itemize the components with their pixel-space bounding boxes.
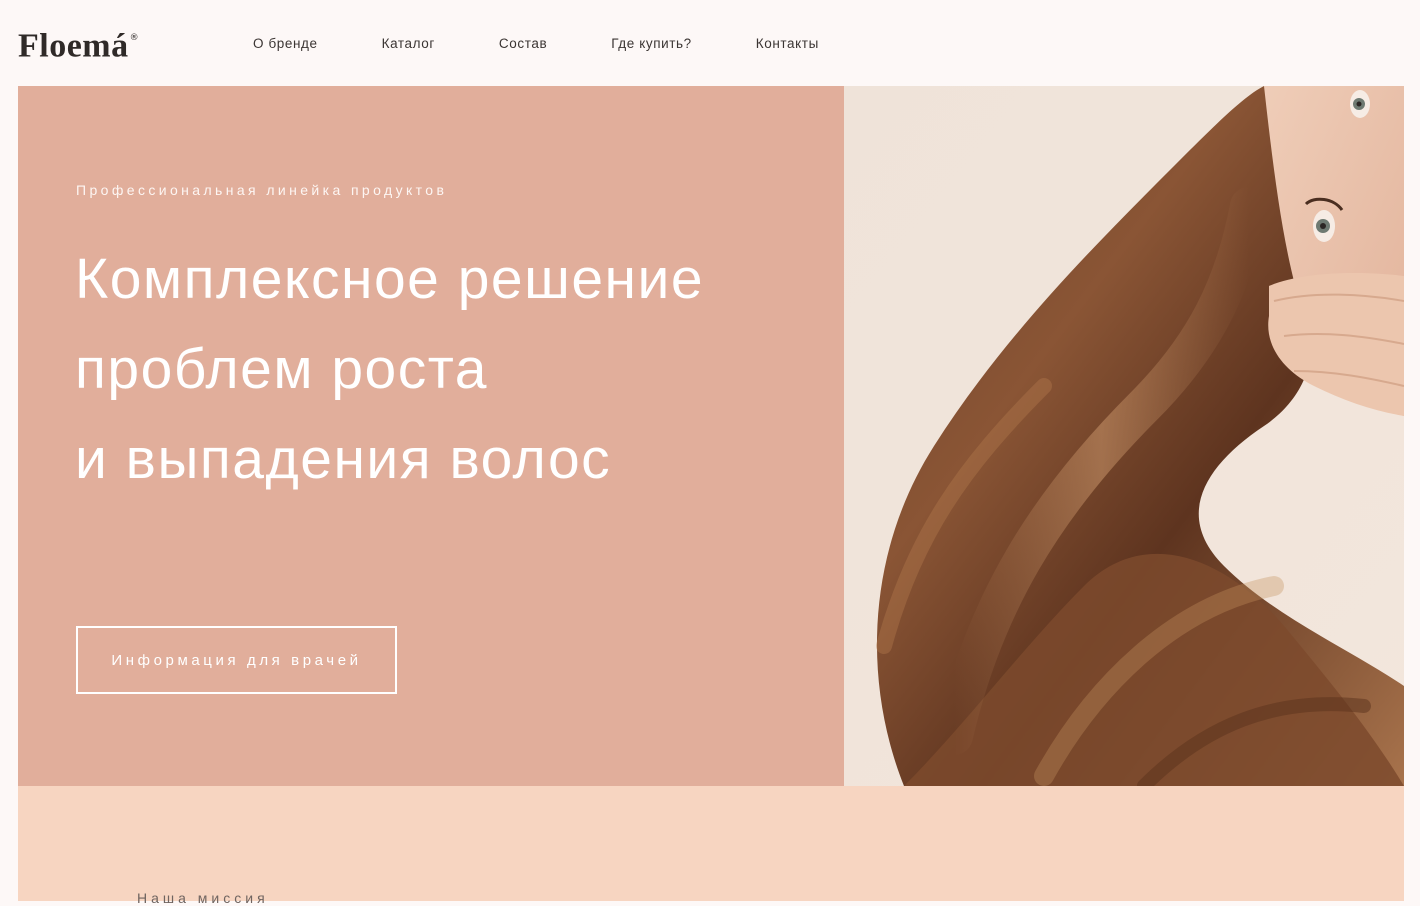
hero-section: Профессиональная линейка продуктов Компл… [18, 86, 1404, 786]
site-header: Floemá® О бренде Каталог Состав Где купи… [0, 0, 1420, 86]
hero-image [844, 86, 1404, 786]
hero-headline: Комплексное решение проблем роста и выпа… [75, 234, 704, 504]
nav-item-composition[interactable]: Состав [499, 36, 547, 51]
nav-item-where-to-buy[interactable]: Где купить? [611, 36, 692, 51]
hero-photo-woman-hair [844, 86, 1404, 786]
hero-text-panel: Профессиональная линейка продуктов Компл… [18, 86, 844, 786]
mission-label: Наша миссия [137, 890, 269, 906]
mission-section: Наша миссия [18, 786, 1404, 906]
main-nav: О бренде Каталог Состав Где купить? Конт… [253, 36, 819, 51]
brand-logo[interactable]: Floemá® [18, 21, 139, 67]
hero-headline-line-3: и выпадения волос [75, 427, 612, 491]
nav-item-about-brand[interactable]: О бренде [253, 36, 318, 51]
registered-mark: ® [129, 33, 140, 43]
doctors-info-button[interactable]: Информация для врачей [76, 626, 397, 694]
nav-item-catalog[interactable]: Каталог [382, 36, 435, 51]
hero-eyebrow: Профессиональная линейка продуктов [76, 182, 448, 198]
brand-logo-text: Floemá [18, 27, 129, 65]
nav-item-contacts[interactable]: Контакты [756, 36, 819, 51]
hero-headline-line-2: проблем роста [75, 337, 488, 401]
hero-headline-line-1: Комплексное решение [75, 247, 705, 311]
